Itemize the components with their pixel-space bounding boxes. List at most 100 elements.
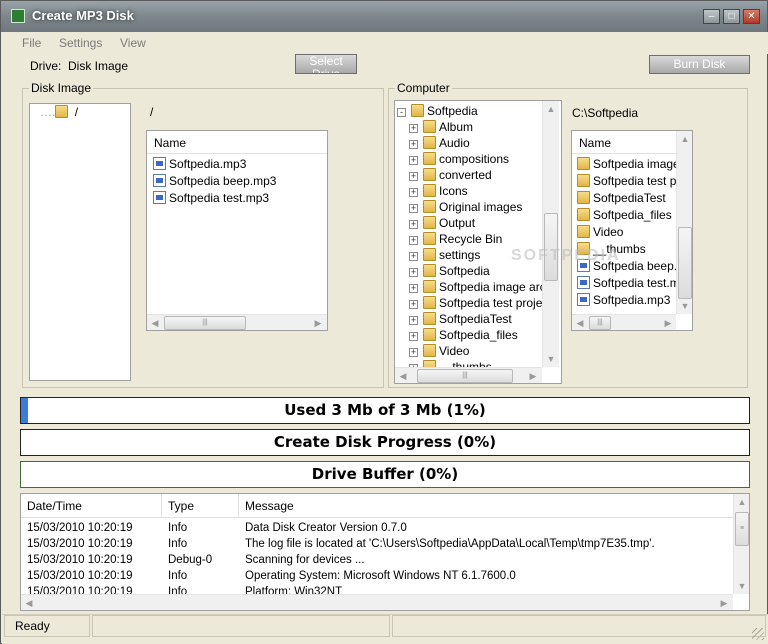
expand-icon[interactable]: +: [409, 172, 418, 181]
list-item[interactable]: Softpedia test pro: [577, 173, 687, 190]
log-row[interactable]: 15/03/2010 10:20:19 Info Data Disk Creator…: [21, 520, 733, 536]
tree-item[interactable]: + Original images: [409, 199, 522, 216]
scroll-left-icon[interactable]: ◀: [395, 368, 411, 383]
expand-icon[interactable]: +: [409, 236, 418, 245]
horizontal-scrollbar[interactable]: ◀ ||| ▶: [395, 367, 542, 383]
expand-icon[interactable]: +: [409, 348, 418, 357]
scroll-thumb[interactable]: |||: [417, 369, 513, 383]
disk-image-file-list[interactable]: Name Softpedia.mp3 Softpedia beep.mp3 So…: [146, 130, 328, 331]
expand-icon[interactable]: +: [409, 204, 418, 213]
horizontal-scrollbar[interactable]: ◀ ▶: [21, 594, 733, 610]
name-column-header[interactable]: Name: [147, 131, 327, 154]
tree-item[interactable]: + Recycle Bin: [409, 231, 502, 248]
scroll-thumb[interactable]: [678, 227, 692, 299]
item-name: Softpedia_files: [593, 208, 672, 222]
expand-icon[interactable]: +: [409, 220, 418, 229]
tree-item[interactable]: + Softpedia: [409, 263, 490, 280]
menu-settings[interactable]: Settings: [59, 36, 102, 50]
scroll-left-icon[interactable]: ◀: [147, 315, 163, 330]
scroll-right-icon[interactable]: ▶: [660, 315, 676, 330]
expand-icon[interactable]: +: [409, 140, 418, 149]
tree-item[interactable]: + compositions: [409, 151, 509, 168]
tree-item[interactable]: + Softpedia_files: [409, 327, 518, 344]
select-drive-button[interactable]: Select Drive: [295, 54, 357, 74]
log-table[interactable]: Date/Time Type Message 15/03/2010 10:20:…: [20, 493, 750, 611]
tree-item[interactable]: + Video: [409, 343, 469, 360]
disk-image-tree[interactable]: …. /: [29, 103, 131, 381]
menu-view[interactable]: View: [120, 36, 146, 50]
drive-label: Drive:: [30, 59, 62, 73]
list-item[interactable]: Softpedia.mp3: [577, 292, 670, 309]
list-item[interactable]: Video: [577, 224, 623, 241]
horizontal-scrollbar[interactable]: ◀ ||| ▶: [572, 314, 676, 330]
minimize-button[interactable]: –: [703, 9, 720, 24]
scroll-down-icon[interactable]: ▼: [677, 298, 692, 314]
tree-item-root[interactable]: …. /: [40, 104, 78, 121]
expand-icon[interactable]: +: [409, 316, 418, 325]
tree-item[interactable]: + Softpedia test projec: [409, 295, 548, 312]
list-item[interactable]: Softpedia beep.mp3: [153, 173, 276, 190]
tree-item[interactable]: + Audio: [409, 135, 470, 152]
vertical-scrollbar[interactable]: ▲ ▼: [542, 101, 559, 367]
tree-item[interactable]: + Output: [409, 215, 475, 232]
folder-icon: [577, 157, 590, 170]
scroll-right-icon[interactable]: ▶: [310, 315, 326, 330]
tree-item-label: Video: [439, 344, 470, 358]
expand-icon[interactable]: +: [409, 268, 418, 277]
list-item[interactable]: Softpedia.mp3: [153, 156, 246, 173]
scroll-left-icon[interactable]: ◀: [21, 595, 37, 610]
computer-file-list[interactable]: Name Softpedia image a Softpedia test pro…: [571, 130, 693, 331]
expand-icon[interactable]: +: [409, 332, 418, 341]
scroll-down-icon[interactable]: ▼: [543, 351, 559, 367]
column-datetime[interactable]: Date/Time: [21, 494, 162, 518]
log-message: Scanning for devices ...: [245, 554, 365, 566]
tree-item[interactable]: + settings: [409, 247, 480, 264]
log-row[interactable]: 15/03/2010 10:20:19 Info The log file is l…: [21, 536, 733, 552]
scroll-up-icon[interactable]: ▲: [734, 494, 749, 510]
list-item[interactable]: SoftpediaTest: [577, 190, 666, 207]
list-item[interactable]: Softpedia test.mp3: [153, 190, 269, 207]
scroll-right-icon[interactable]: ▶: [525, 368, 541, 383]
tree-item[interactable]: + Album: [409, 119, 473, 136]
folder-icon: [423, 136, 436, 149]
title-bar[interactable]: Create MP3 Disk – □ ✕: [1, 1, 767, 32]
expand-icon[interactable]: +: [409, 188, 418, 197]
expand-icon[interactable]: +: [409, 124, 418, 133]
scroll-down-icon[interactable]: ▼: [734, 578, 749, 594]
expand-icon[interactable]: +: [409, 284, 418, 293]
maximize-button[interactable]: □: [723, 9, 740, 24]
name-column-header[interactable]: Name: [572, 131, 692, 154]
burn-disk-button[interactable]: Burn Disk: [649, 55, 750, 74]
scroll-up-icon[interactable]: ▲: [677, 131, 692, 147]
scroll-thumb[interactable]: |||: [164, 316, 246, 330]
scroll-right-icon[interactable]: ▶: [716, 595, 732, 610]
scroll-thumb[interactable]: |||: [589, 316, 611, 330]
tree-item[interactable]: + Icons: [409, 183, 468, 200]
expand-icon[interactable]: +: [409, 156, 418, 165]
menu-file[interactable]: File: [22, 36, 41, 50]
log-row[interactable]: 15/03/2010 10:20:19 Info Operating System:…: [21, 568, 733, 584]
resize-grip-icon[interactable]: [752, 628, 764, 640]
expand-icon[interactable]: +: [409, 252, 418, 261]
scroll-left-icon[interactable]: ◀: [572, 315, 588, 330]
column-type[interactable]: Type: [162, 494, 239, 518]
column-message[interactable]: Message: [239, 494, 733, 518]
tree-item[interactable]: + Softpedia image arch: [409, 279, 552, 296]
horizontal-scrollbar[interactable]: ◀ ||| ▶: [147, 314, 327, 330]
close-button[interactable]: ✕: [743, 9, 760, 24]
computer-folder-tree[interactable]: - Softpedia + Album + Audio + compositions + con…: [394, 100, 562, 384]
vertical-scrollbar[interactable]: ▲ ▼: [676, 131, 692, 314]
folder-icon: [423, 296, 436, 309]
list-item[interactable]: Softpedia_files: [577, 207, 672, 224]
tree-item[interactable]: + converted: [409, 167, 492, 184]
scroll-thumb[interactable]: ≡: [735, 512, 749, 546]
list-item[interactable]: Softpedia image a: [577, 156, 690, 173]
expand-icon[interactable]: +: [409, 300, 418, 309]
collapse-icon[interactable]: -: [397, 108, 406, 117]
scroll-up-icon[interactable]: ▲: [543, 101, 559, 117]
tree-item[interactable]: + SoftpediaTest: [409, 311, 512, 328]
tree-item-root[interactable]: - Softpedia: [397, 103, 478, 120]
log-row[interactable]: 15/03/2010 10:20:19 Debug-0 Scanning for d…: [21, 552, 733, 568]
vertical-scrollbar[interactable]: ▲ ≡ ▼: [733, 494, 749, 594]
list-item[interactable]: Softpedia test.mp: [577, 275, 686, 292]
